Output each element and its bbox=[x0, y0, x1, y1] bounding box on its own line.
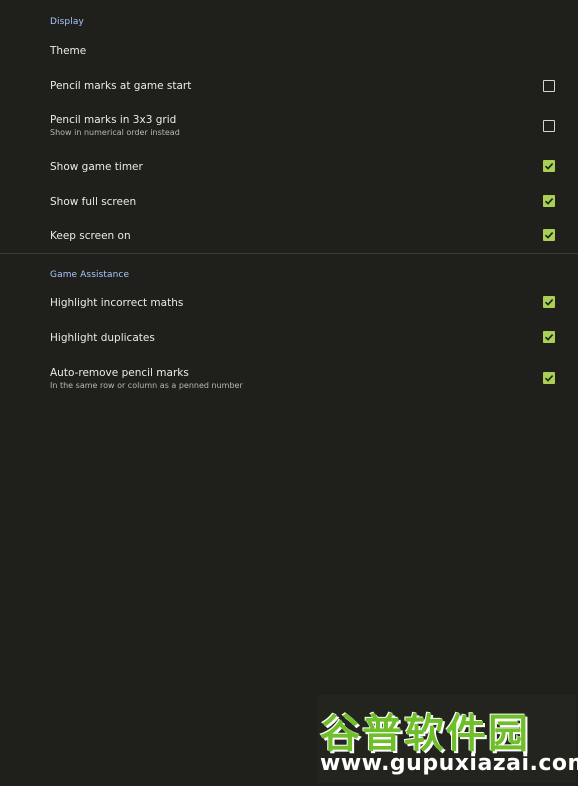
checkbox-highlight-incorrect-maths[interactable] bbox=[543, 296, 555, 308]
setting-label: Theme bbox=[50, 45, 87, 57]
watermark-logo: 谷普软件园 www.gupuxiazai.com bbox=[317, 695, 578, 783]
setting-label: Show game timer bbox=[50, 161, 143, 173]
setting-show-full-screen[interactable]: Show full screen bbox=[0, 189, 578, 215]
setting-label: Show full screen bbox=[50, 196, 137, 208]
check-icon bbox=[544, 334, 554, 341]
checkbox-show-full-screen[interactable] bbox=[543, 195, 555, 207]
setting-theme[interactable]: Theme bbox=[0, 38, 578, 64]
checkbox-keep-screen-on[interactable] bbox=[543, 229, 555, 241]
checkbox-pencil-marks-grid[interactable] bbox=[543, 120, 555, 132]
setting-show-game-timer[interactable]: Show game timer bbox=[0, 154, 578, 180]
checkbox-highlight-duplicates[interactable] bbox=[543, 331, 555, 343]
setting-label: Highlight duplicates bbox=[50, 332, 155, 344]
setting-label: Pencil marks in 3x3 grid bbox=[50, 114, 177, 126]
setting-sublabel: In the same row or column as a penned nu… bbox=[50, 381, 243, 390]
section-title-display: Display bbox=[50, 17, 84, 27]
checkbox-show-game-timer[interactable] bbox=[543, 160, 555, 172]
setting-label: Pencil marks at game start bbox=[50, 80, 192, 92]
check-icon bbox=[544, 198, 554, 205]
checkbox-auto-remove-pencil-marks[interactable] bbox=[543, 372, 555, 384]
setting-keep-screen-on[interactable]: Keep screen on bbox=[0, 223, 578, 249]
setting-highlight-duplicates[interactable]: Highlight duplicates bbox=[0, 325, 578, 351]
watermark-url-text: www.gupuxiazai.com bbox=[320, 751, 578, 776]
setting-auto-remove-pencil-marks[interactable]: Auto-remove pencil marks In the same row… bbox=[0, 359, 578, 395]
check-icon bbox=[544, 299, 554, 306]
check-icon bbox=[544, 163, 554, 170]
setting-pencil-marks-grid[interactable]: Pencil marks in 3x3 grid Show in numeric… bbox=[0, 106, 578, 142]
check-icon bbox=[544, 375, 554, 382]
setting-label: Highlight incorrect maths bbox=[50, 297, 184, 309]
setting-highlight-incorrect-maths[interactable]: Highlight incorrect maths bbox=[0, 291, 578, 317]
checkbox-pencil-marks-at-start[interactable] bbox=[543, 80, 555, 92]
setting-label: Auto-remove pencil marks bbox=[50, 367, 189, 379]
section-title-game-assistance: Game Assistance bbox=[50, 270, 130, 280]
check-icon bbox=[544, 232, 554, 239]
setting-sublabel: Show in numerical order instead bbox=[50, 128, 180, 137]
section-divider bbox=[0, 253, 578, 254]
setting-pencil-marks-at-start[interactable]: Pencil marks at game start bbox=[0, 72, 578, 98]
setting-label: Keep screen on bbox=[50, 230, 131, 242]
